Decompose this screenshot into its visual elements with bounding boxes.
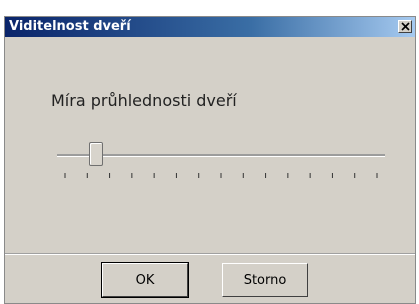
dialog-window: Viditelnost dveří Míra průhlednosti dveř…	[4, 16, 416, 304]
transparency-slider[interactable]	[57, 141, 385, 178]
transparency-label: Míra průhlednosti dveří	[51, 91, 237, 110]
close-button[interactable]	[398, 20, 412, 33]
cancel-button[interactable]: Storno	[222, 263, 308, 297]
title-bar[interactable]: Viditelnost dveří	[5, 17, 415, 37]
close-icon	[401, 22, 410, 31]
button-divider	[5, 253, 415, 255]
window-title: Viditelnost dveří	[9, 19, 131, 34]
slider-ticks	[64, 173, 378, 178]
ok-button[interactable]: OK	[101, 262, 189, 298]
slider-track[interactable]	[57, 154, 385, 157]
slider-thumb[interactable]	[89, 142, 104, 166]
